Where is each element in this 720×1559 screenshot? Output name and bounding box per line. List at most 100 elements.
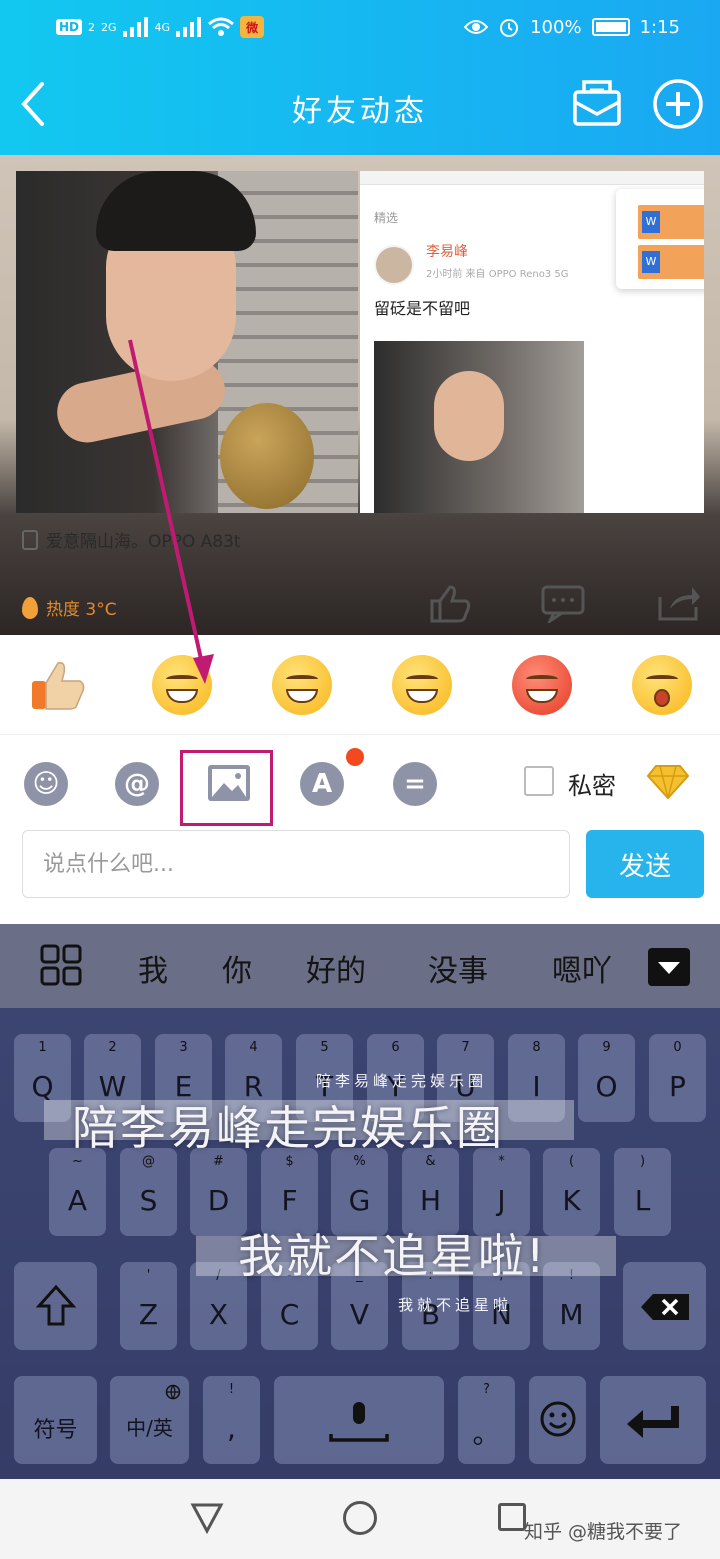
reaction-bar bbox=[0, 635, 720, 735]
system-nav-bar: 知乎 @糖我不要了 bbox=[0, 1479, 720, 1559]
skin-overlay-text: 陪李易峰走完娱乐圈 bbox=[316, 1072, 488, 1090]
diamond-icon[interactable] bbox=[646, 764, 690, 800]
smiley-icon bbox=[540, 1401, 575, 1437]
space-key[interactable] bbox=[274, 1376, 444, 1464]
message-icon[interactable] bbox=[572, 78, 622, 128]
file-item: W bbox=[638, 205, 704, 239]
hd-sub: 2 bbox=[88, 20, 96, 34]
period-key[interactable]: ?。 bbox=[458, 1376, 515, 1464]
private-checkbox[interactable] bbox=[524, 766, 554, 796]
comment-icon[interactable] bbox=[540, 583, 586, 623]
key-s[interactable]: @ S bbox=[120, 1148, 177, 1236]
wifi-icon bbox=[208, 17, 235, 36]
kiwi-image bbox=[220, 403, 314, 509]
key-l[interactable]: ) L bbox=[614, 1148, 671, 1236]
font-style-icon[interactable]: A bbox=[300, 762, 344, 806]
emoji-key[interactable] bbox=[529, 1376, 586, 1464]
post-device: 爱意隔山海。OPPO A83t bbox=[22, 527, 241, 552]
net-4g: 4G bbox=[154, 20, 171, 34]
thumbs-up-icon[interactable] bbox=[30, 657, 86, 713]
angry-emoji[interactable] bbox=[512, 655, 572, 715]
add-icon[interactable] bbox=[652, 78, 704, 130]
collapse-keyboard-icon[interactable] bbox=[648, 948, 690, 986]
ime-candidate-bar: 我 你 好的 没事 嗯吖 bbox=[0, 924, 720, 1008]
status-bar: HD 2 2G 4G 微 100% 1:15 bbox=[0, 10, 720, 46]
microphone-icon bbox=[329, 1402, 389, 1442]
enter-key[interactable] bbox=[600, 1376, 706, 1464]
signal-icon bbox=[176, 17, 202, 37]
emoji-icon[interactable]: ☺ bbox=[24, 762, 68, 806]
more-icon[interactable]: = bbox=[393, 762, 437, 806]
backspace-key[interactable] bbox=[623, 1262, 706, 1350]
battery-percent: 100% bbox=[530, 16, 582, 38]
nav-recents-icon[interactable] bbox=[498, 1503, 526, 1531]
avatar bbox=[374, 245, 414, 285]
candidate-word[interactable]: 没事 bbox=[428, 946, 488, 990]
weibo-icon: 微 bbox=[240, 16, 265, 38]
top-bar: HD 2 2G 4G 微 100% 1:15 好友动态 bbox=[0, 0, 720, 155]
word-icon: W bbox=[642, 211, 660, 233]
shift-icon bbox=[35, 1284, 76, 1326]
skin-overlay-text: 我就不追星啦! bbox=[238, 1229, 547, 1283]
nav-home-icon[interactable] bbox=[343, 1501, 377, 1535]
post-actions bbox=[0, 583, 720, 633]
net-2g: 2G bbox=[101, 20, 117, 34]
screenshot-meta: 2小时前 来自 OPPO Reno3 5G bbox=[426, 269, 569, 280]
candidate-word[interactable]: 你 bbox=[222, 946, 252, 990]
mention-icon[interactable]: @ bbox=[115, 762, 159, 806]
feed-post: 精选 李易峰 2小时前 来自 OPPO Reno3 5G 留砭是不留吧 W W … bbox=[0, 155, 720, 635]
key-z[interactable]: ' Z bbox=[120, 1262, 177, 1350]
alarm-icon bbox=[500, 19, 519, 37]
skin-overlay-text: 我就不追星啦 bbox=[398, 1296, 513, 1314]
private-label: 私密 bbox=[568, 772, 616, 800]
grin-emoji[interactable] bbox=[152, 655, 212, 715]
enter-icon bbox=[627, 1406, 679, 1438]
keyboard: 1Q 2W 3E 4R 5T 6Y 7U 8I 9O 0P ~ A @ S # D $… bbox=[0, 1008, 720, 1479]
shift-key[interactable] bbox=[14, 1262, 97, 1350]
clock: 1:15 bbox=[639, 16, 680, 38]
candidate-word[interactable]: 我 bbox=[138, 946, 168, 990]
composer-toolbar: ☺ @ A = 私密 bbox=[0, 736, 720, 828]
symbols-key[interactable]: 符号 bbox=[14, 1376, 97, 1464]
like-icon[interactable] bbox=[426, 583, 472, 623]
key-k[interactable]: (K bbox=[543, 1148, 600, 1236]
battery-icon bbox=[591, 18, 630, 36]
post-caption: 爱意隔山海。OPPO A83t bbox=[46, 532, 241, 552]
image-icon[interactable] bbox=[206, 758, 252, 808]
language-switch-key[interactable]: 中/英 bbox=[110, 1376, 189, 1464]
header: 好友动态 bbox=[0, 60, 720, 150]
share-icon[interactable] bbox=[656, 583, 702, 623]
post-screenshot[interactable]: 精选 李易峰 2小时前 来自 OPPO Reno3 5G 留砭是不留吧 W W bbox=[360, 171, 704, 513]
signal-icon bbox=[122, 17, 148, 37]
screenshot-tag: 精选 bbox=[374, 211, 399, 225]
key-a[interactable]: ~ A bbox=[49, 1148, 106, 1236]
grid-menu-icon[interactable] bbox=[40, 944, 82, 986]
key-o[interactable]: 9O bbox=[578, 1034, 635, 1122]
laugh-cry-emoji[interactable] bbox=[272, 655, 332, 715]
hd-badge: HD bbox=[56, 19, 83, 35]
composer: 发送 bbox=[0, 828, 720, 924]
notification-dot bbox=[346, 748, 364, 766]
comma-key[interactable]: !, bbox=[203, 1376, 260, 1464]
key-p[interactable]: 0P bbox=[649, 1034, 706, 1122]
word-icon: W bbox=[642, 251, 660, 273]
globe-icon bbox=[165, 1384, 181, 1400]
screenshot-photo bbox=[374, 341, 584, 513]
eye-icon bbox=[464, 20, 489, 34]
grimace-emoji[interactable] bbox=[392, 655, 452, 715]
post-photo[interactable] bbox=[16, 171, 358, 513]
send-button[interactable]: 发送 bbox=[586, 830, 704, 898]
skin-overlay-text: 陪李易峰走完娱乐圈 bbox=[72, 1101, 504, 1155]
screenshot-text: 留砭是不留吧 bbox=[374, 299, 471, 318]
file-popup: W W bbox=[616, 189, 704, 289]
shocked-emoji[interactable] bbox=[632, 655, 692, 715]
candidate-word[interactable]: 好的 bbox=[306, 946, 366, 990]
watermark: 知乎 @糖我不要了 bbox=[524, 1521, 683, 1543]
screenshot-user-name: 李易峰 bbox=[426, 244, 468, 260]
nav-back-icon[interactable] bbox=[190, 1501, 224, 1535]
file-item: W bbox=[638, 245, 704, 279]
phone-icon bbox=[22, 529, 38, 550]
candidate-word[interactable]: 嗯吖 bbox=[552, 946, 612, 990]
comment-input[interactable] bbox=[22, 830, 570, 898]
backspace-icon bbox=[640, 1294, 689, 1320]
